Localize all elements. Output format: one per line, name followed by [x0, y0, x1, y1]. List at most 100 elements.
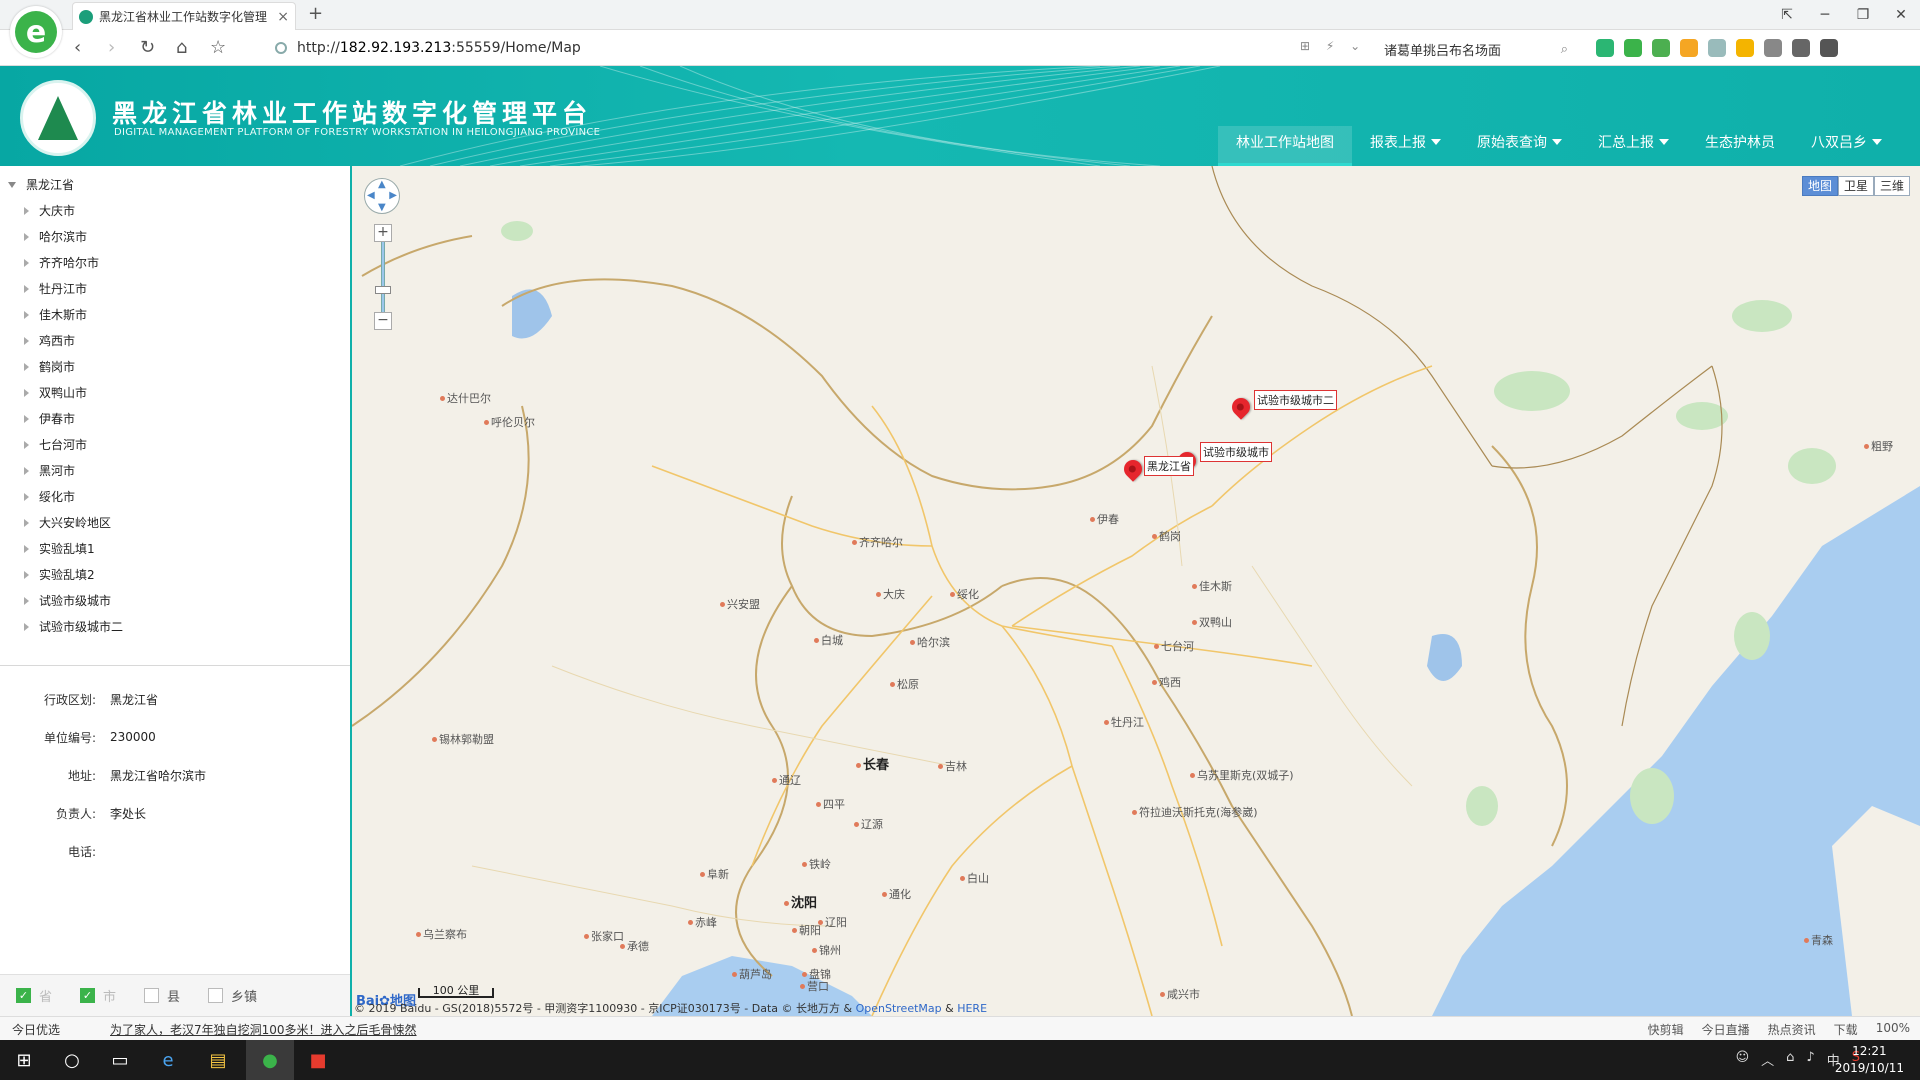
filter-county-checkbox[interactable]: 县: [144, 986, 180, 1005]
tree-node[interactable]: 齐齐哈尔市: [0, 250, 350, 276]
extension-apps-icon[interactable]: [1736, 39, 1754, 57]
here-link[interactable]: HERE: [957, 1002, 987, 1015]
filter-province-checkbox[interactable]: ✓ 省: [16, 986, 52, 1005]
tray-expand-icon[interactable]: ︿: [1761, 1050, 1774, 1069]
nav-user-menu[interactable]: 八双吕乡: [1793, 126, 1900, 166]
search-icon[interactable]: ⌕: [1561, 42, 1568, 57]
collapsed-arrow-icon[interactable]: [24, 545, 29, 553]
nav-summary-submit[interactable]: 汇总上报: [1580, 126, 1687, 166]
collapsed-arrow-icon[interactable]: [24, 493, 29, 501]
zoom-handle[interactable]: [375, 286, 391, 294]
collapsed-arrow-icon[interactable]: [24, 519, 29, 527]
window-restore-icon[interactable]: ❐: [1844, 7, 1882, 23]
live-today-link[interactable]: 今日直播: [1702, 1021, 1750, 1038]
collapsed-arrow-icon[interactable]: [24, 337, 29, 345]
undo-icon[interactable]: [1792, 39, 1810, 57]
tree-node[interactable]: 绥化市: [0, 484, 350, 510]
tree-node[interactable]: 佳木斯市: [0, 302, 350, 328]
collapsed-arrow-icon[interactable]: [24, 311, 29, 319]
zoom-track[interactable]: [375, 242, 391, 312]
tree-node[interactable]: 大兴安岭地区: [0, 510, 350, 536]
nav-forestry-map[interactable]: 林业工作站地图: [1218, 126, 1352, 166]
collapsed-arrow-icon[interactable]: [24, 389, 29, 397]
tree-node[interactable]: 伊春市: [0, 406, 350, 432]
map-type-satellite[interactable]: 卫星: [1838, 176, 1874, 196]
collapsed-arrow-icon[interactable]: [24, 597, 29, 605]
home-icon[interactable]: ⌂: [176, 37, 187, 58]
extension-money-icon[interactable]: [1652, 39, 1670, 57]
tree-node[interactable]: 鸡西市: [0, 328, 350, 354]
tree-node[interactable]: 七台河市: [0, 432, 350, 458]
tree-root-node[interactable]: 黑龙江省: [0, 172, 350, 198]
marker-label[interactable]: 试验市级城市: [1200, 442, 1272, 462]
tree-node[interactable]: 实验乱填2: [0, 562, 350, 588]
pan-left-icon[interactable]: ◀: [367, 190, 375, 201]
site-info-icon[interactable]: [275, 42, 287, 54]
zoom-out-button[interactable]: −: [374, 312, 392, 330]
hot-news-link[interactable]: 热点资讯: [1768, 1021, 1816, 1038]
browser-tab[interactable]: 黑龙江省林业工作站数字化管理 ×: [72, 2, 296, 30]
browser-search-box[interactable]: 诸葛单挑吕布名场面 ⌕: [1384, 38, 1568, 60]
nav-report-submit[interactable]: 报表上报: [1352, 126, 1459, 166]
url-field[interactable]: http://182.92.193.213:55559/Home/Map: [275, 36, 1335, 60]
zoom-in-button[interactable]: +: [374, 224, 392, 242]
collapsed-arrow-icon[interactable]: [24, 259, 29, 267]
volume-icon[interactable]: ♪: [1806, 1050, 1814, 1069]
window-minimize-icon[interactable]: ─: [1806, 7, 1844, 23]
collapsed-arrow-icon[interactable]: [24, 415, 29, 423]
pan-control[interactable]: ▲ ▼ ◀ ▶: [364, 178, 400, 214]
tree-node[interactable]: 牡丹江市: [0, 276, 350, 302]
collapsed-arrow-icon[interactable]: [24, 571, 29, 579]
quick-edit-link[interactable]: 快剪辑: [1648, 1021, 1684, 1038]
baidu-map[interactable]: ▲ ▼ ◀ ▶ + − 地图 卫星 三维 伊春 鹤岗 佳木斯 双鸭山 七台河 鸡西 牡丹江 齐…: [352, 166, 1920, 1016]
collapsed-arrow-icon[interactable]: [24, 441, 29, 449]
cortana-search-icon[interactable]: ○: [58, 1046, 86, 1074]
file-explorer-icon[interactable]: ▤: [204, 1046, 232, 1074]
filter-township-checkbox[interactable]: 乡镇: [208, 986, 257, 1005]
openstreetmap-link[interactable]: OpenStreetMap: [856, 1002, 942, 1015]
bookmark-star-icon[interactable]: ☆: [210, 37, 226, 58]
refresh-icon[interactable]: ↻: [140, 37, 155, 58]
extension-shield-icon[interactable]: [1680, 39, 1698, 57]
window-pin-icon[interactable]: ⇱: [1768, 7, 1806, 23]
pan-up-icon[interactable]: ▲: [378, 179, 386, 190]
edge-browser-icon[interactable]: e: [154, 1046, 182, 1074]
news-ticker-link[interactable]: 为了家人，老汉7年独自挖洞100多米！进入之后毛骨悚然: [110, 1021, 417, 1038]
today-picks[interactable]: 今日优选: [12, 1021, 60, 1038]
tree-node[interactable]: 鹤岗市: [0, 354, 350, 380]
app-red-taskbar-icon[interactable]: ■: [304, 1046, 332, 1074]
new-tab-button[interactable]: +: [308, 3, 323, 24]
extension-reader-icon[interactable]: [1764, 39, 1782, 57]
collapsed-arrow-icon[interactable]: [24, 363, 29, 371]
tree-node[interactable]: 双鸭山市: [0, 380, 350, 406]
collapsed-arrow-icon[interactable]: [24, 233, 29, 241]
collapsed-arrow-icon[interactable]: [24, 623, 29, 631]
extension-chat-icon[interactable]: [1596, 39, 1614, 57]
pan-right-icon[interactable]: ▶: [389, 190, 397, 201]
taskbar-clock[interactable]: 12:21 2019/10/11: [1835, 1043, 1904, 1077]
360-browser-taskbar-icon[interactable]: ●: [256, 1046, 284, 1074]
tree-node[interactable]: 大庆市: [0, 198, 350, 224]
nav-eco-ranger[interactable]: 生态护林员: [1687, 126, 1793, 166]
collapsed-arrow-icon[interactable]: [24, 285, 29, 293]
tree-node[interactable]: 实验乱填1: [0, 536, 350, 562]
zoom-level[interactable]: 100%: [1876, 1021, 1910, 1038]
tree-node[interactable]: 黑河市: [0, 458, 350, 484]
pan-down-icon[interactable]: ▼: [378, 202, 386, 213]
tree-node[interactable]: 试验市级城市二: [0, 614, 350, 640]
windows-start-icon[interactable]: ⊞: [10, 1046, 38, 1074]
download-link[interactable]: 下载: [1834, 1021, 1858, 1038]
tab-close-icon[interactable]: ×: [277, 9, 289, 25]
collapsed-arrow-icon[interactable]: [24, 207, 29, 215]
tree-node[interactable]: 哈尔滨市: [0, 224, 350, 250]
marker-label[interactable]: 试验市级城市二: [1254, 390, 1337, 410]
forward-arrow-icon[interactable]: ›: [108, 37, 115, 58]
marker-label[interactable]: 黑龙江省: [1144, 456, 1194, 476]
network-icon[interactable]: ⌂: [1786, 1050, 1794, 1069]
url-tools-icons[interactable]: ⊞ ⚡ ⌄: [1300, 39, 1366, 53]
nav-raw-table-query[interactable]: 原始表查询: [1459, 126, 1580, 166]
map-type-map[interactable]: 地图: [1802, 176, 1838, 196]
expanded-arrow-icon[interactable]: [8, 182, 16, 188]
menu-icon[interactable]: [1820, 39, 1838, 57]
collapsed-arrow-icon[interactable]: [24, 467, 29, 475]
